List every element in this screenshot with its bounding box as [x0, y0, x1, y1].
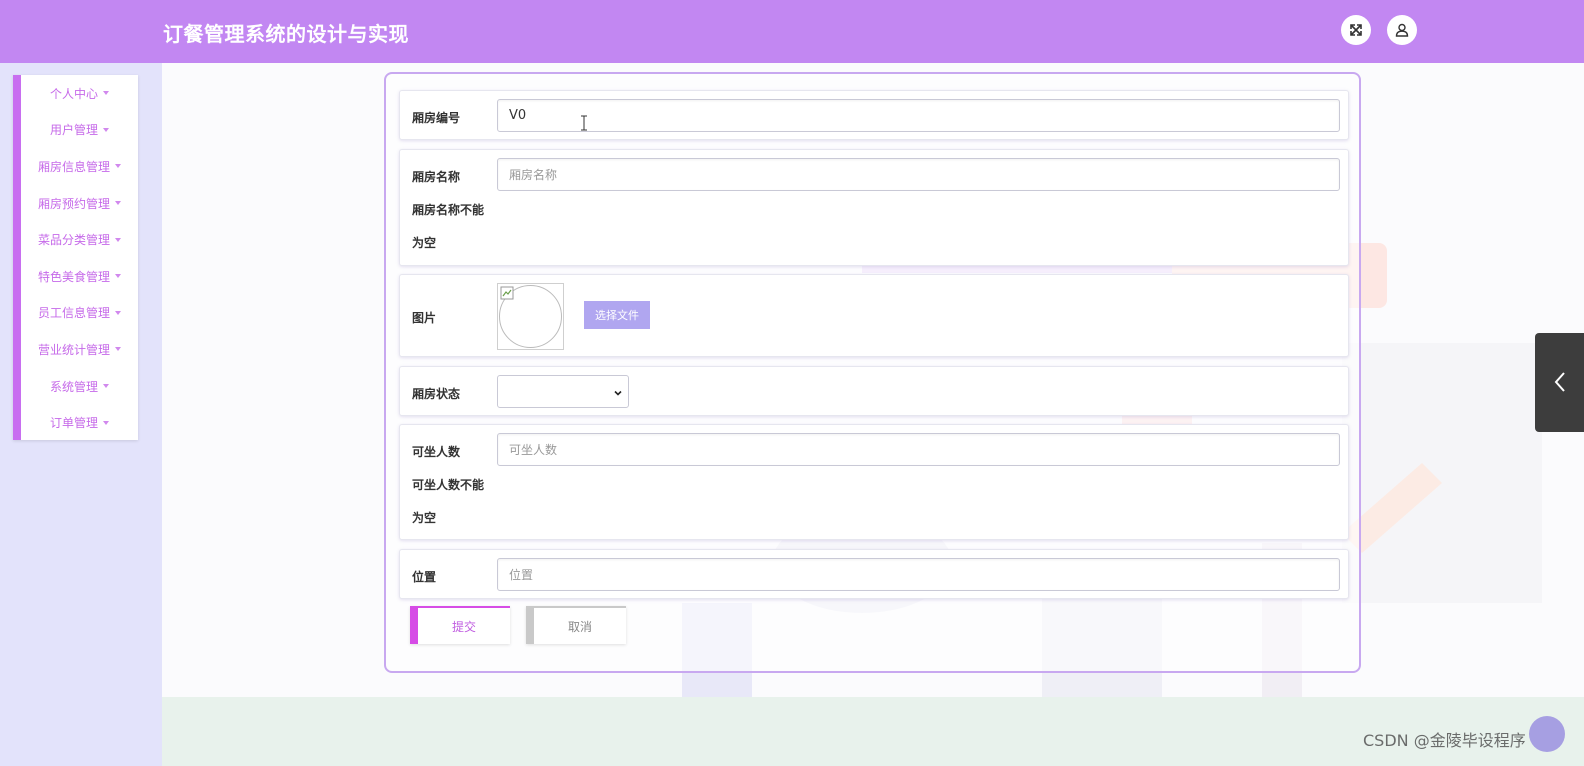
- caret-down-icon: [115, 310, 121, 315]
- user-icon: [1395, 23, 1409, 37]
- room-name-error: 为空: [412, 236, 437, 250]
- image-label: 图片: [412, 311, 437, 325]
- watermark: CSDN @金陵毕设程序: [1363, 731, 1526, 750]
- sidebar-item-system-management[interactable]: 系统管理: [21, 368, 138, 405]
- text-cursor-icon: [581, 115, 587, 131]
- caret-down-icon: [115, 347, 121, 352]
- status-select[interactable]: [497, 375, 629, 408]
- form-row-room-no: 厢房编号 V0: [399, 90, 1349, 140]
- caret-down-icon: [115, 201, 121, 206]
- chevron-left-icon: [1554, 372, 1565, 392]
- sidebar-item-special-food[interactable]: 特色美食管理: [21, 258, 138, 295]
- cancel-button[interactable]: 取消: [526, 606, 626, 644]
- room-name-input[interactable]: 厢房名称: [497, 158, 1340, 191]
- sidebar-item-room-booking[interactable]: 厢房预约管理: [21, 185, 138, 222]
- form-row-room-name: 厢房名称 厢房名称不能 为空 厢房名称: [399, 149, 1349, 266]
- main-content: 厢房编号 V0 厢房名称 厢房名称不能 为空 厢房名称 图片 选择文件 厢房状态: [162, 63, 1584, 766]
- sidebar-item-business-stats[interactable]: 营业统计管理: [21, 331, 138, 368]
- sidebar-item-label: 员工信息管理: [37, 306, 110, 321]
- caret-down-icon: [103, 384, 109, 389]
- status-label: 厢房状态: [412, 387, 461, 401]
- sidebar-menu: 个人中心 用户管理 厢房信息管理 厢房预约管理 菜品分类管理 特色美食管理 员工…: [13, 75, 138, 440]
- top-header: 订餐管理系统的设计与实现: [0, 0, 1584, 63]
- image-preview[interactable]: [497, 283, 564, 350]
- sidebar-item-room-info[interactable]: 厢房信息管理: [21, 148, 138, 185]
- sidebar-item-label: 菜品分类管理: [37, 233, 110, 248]
- sidebar-item-label: 特色美食管理: [37, 269, 110, 284]
- sidebar-item-staff-info[interactable]: 员工信息管理: [21, 295, 138, 332]
- chevron-down-icon: [614, 390, 622, 396]
- room-name-label: 厢房名称: [412, 170, 461, 184]
- form-row-location: 位置 位置: [399, 549, 1349, 599]
- caret-down-icon: [115, 237, 121, 242]
- expand-arrows-icon: [1350, 24, 1362, 36]
- floating-round-button[interactable]: [1529, 716, 1565, 752]
- room-name-error: 厢房名称不能: [412, 203, 485, 217]
- fullscreen-button[interactable]: [1341, 15, 1371, 45]
- caret-down-icon: [103, 91, 109, 96]
- form-row-image: 图片 选择文件: [399, 274, 1349, 357]
- location-input[interactable]: 位置: [497, 558, 1340, 591]
- room-form: 厢房编号 V0 厢房名称 厢房名称不能 为空 厢房名称 图片 选择文件 厢房状态: [384, 72, 1361, 673]
- app-title: 订餐管理系统的设计与实现: [163, 22, 409, 46]
- form-row-status: 厢房状态: [399, 366, 1349, 416]
- location-label: 位置: [412, 570, 437, 584]
- sidebar-item-label: 厢房预约管理: [37, 196, 110, 211]
- sidebar-item-order-management[interactable]: 订单管理: [21, 404, 138, 441]
- sidebar-item-label: 用户管理: [49, 123, 98, 138]
- sidebar-item-label: 订单管理: [49, 416, 98, 431]
- capacity-label: 可坐人数: [412, 445, 461, 459]
- user-button[interactable]: [1387, 15, 1417, 45]
- caret-down-icon: [103, 127, 109, 132]
- capacity-input[interactable]: 可坐人数: [497, 433, 1340, 466]
- sidebar-item-user-management[interactable]: 用户管理: [21, 112, 138, 149]
- sidebar: 个人中心 用户管理 厢房信息管理 厢房预约管理 菜品分类管理 特色美食管理 员工…: [0, 63, 162, 766]
- sidebar-item-dish-category[interactable]: 菜品分类管理: [21, 221, 138, 258]
- side-panel-toggle[interactable]: [1535, 333, 1584, 432]
- capacity-error: 为空: [412, 511, 437, 525]
- sidebar-item-personal-center[interactable]: 个人中心: [21, 75, 138, 112]
- form-row-capacity: 可坐人数 可坐人数不能 为空 可坐人数: [399, 424, 1349, 540]
- capacity-error: 可坐人数不能: [412, 478, 485, 492]
- sidebar-item-label: 厢房信息管理: [37, 159, 110, 174]
- caret-down-icon: [115, 164, 121, 169]
- room-no-input[interactable]: V0: [497, 99, 1340, 132]
- submit-button[interactable]: 提交: [410, 606, 510, 644]
- caret-down-icon: [103, 420, 109, 425]
- sidebar-item-label: 系统管理: [49, 379, 98, 394]
- sidebar-item-label: 营业统计管理: [37, 342, 110, 357]
- choose-file-button[interactable]: 选择文件: [584, 301, 650, 329]
- caret-down-icon: [115, 274, 121, 279]
- sidebar-item-label: 个人中心: [49, 86, 98, 101]
- room-no-label: 厢房编号: [412, 111, 461, 125]
- broken-image-icon: [500, 286, 514, 300]
